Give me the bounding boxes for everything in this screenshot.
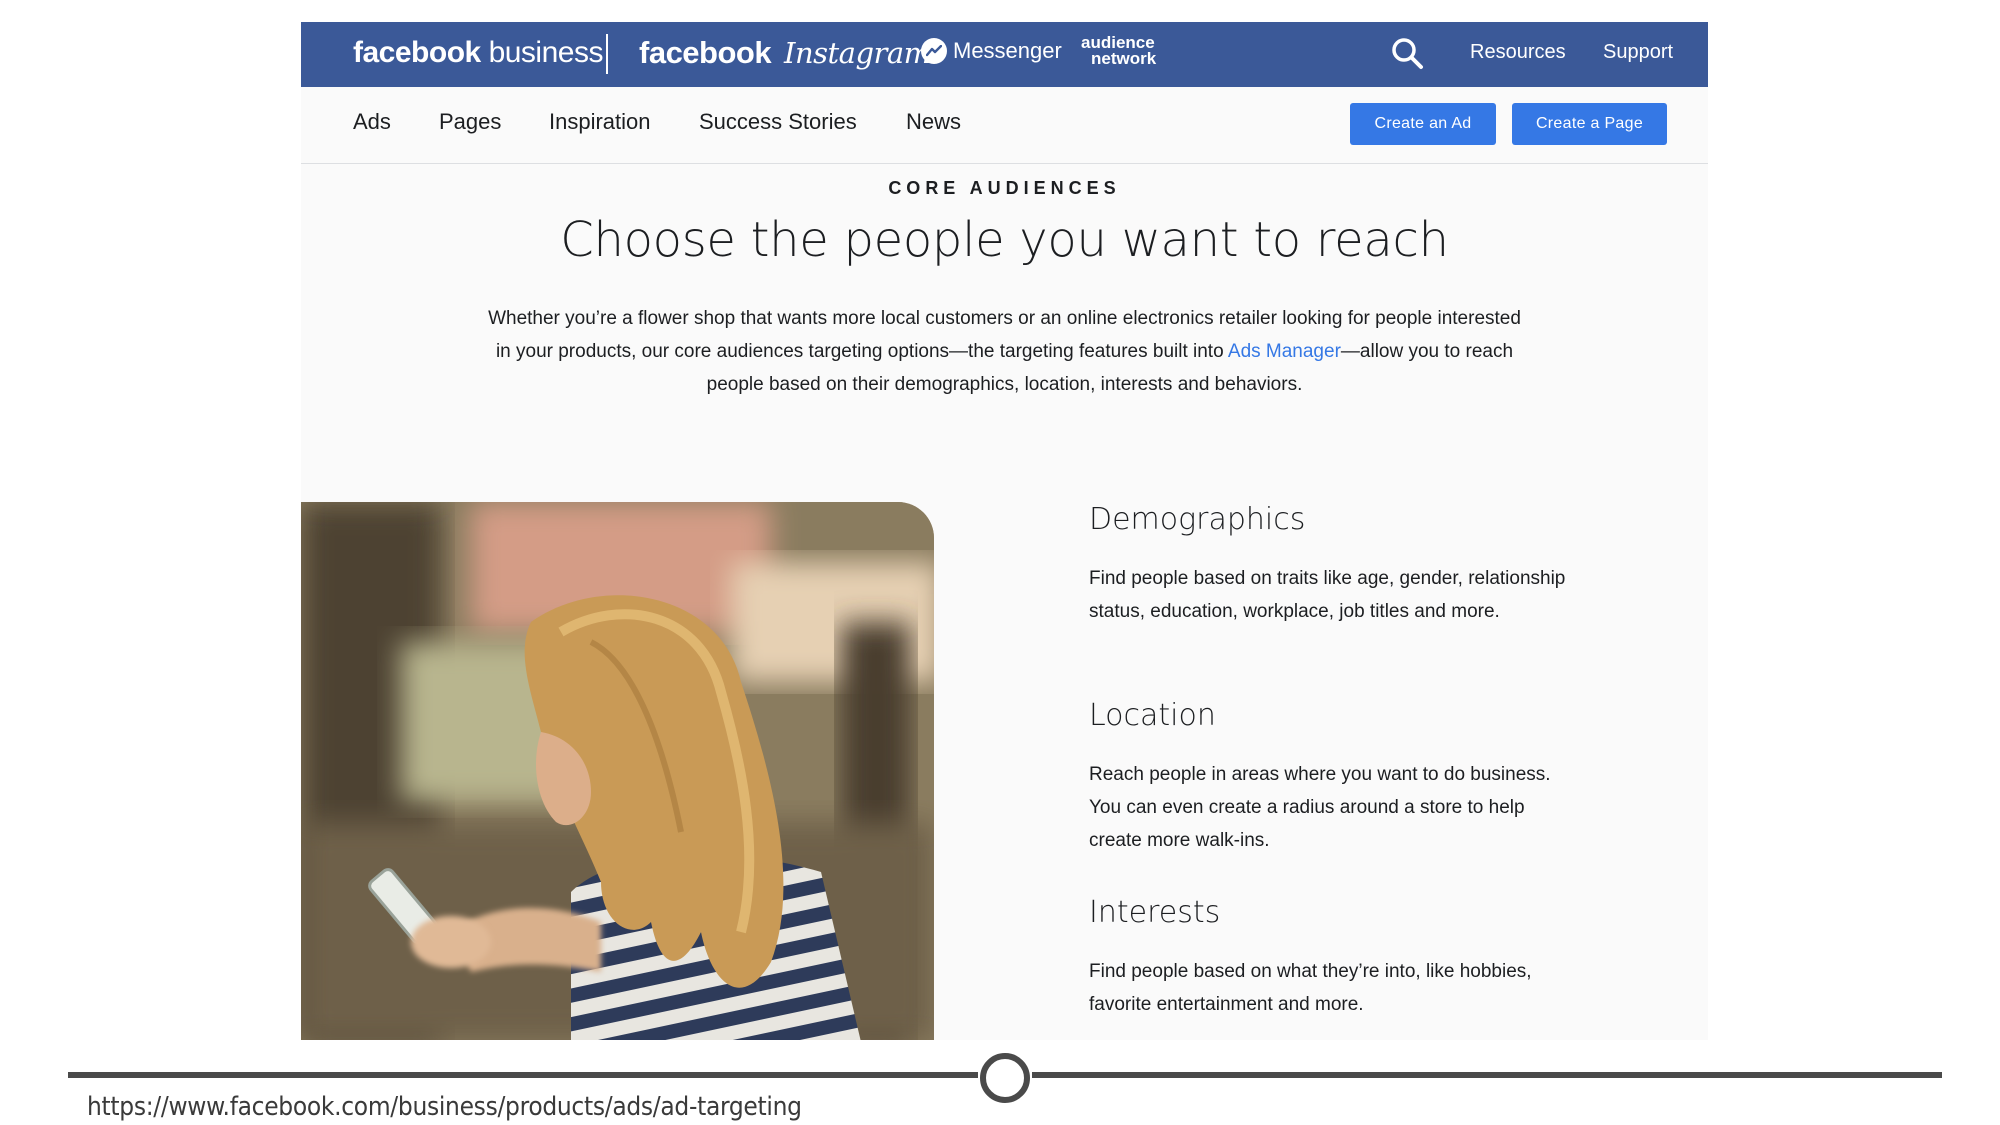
- resources-link[interactable]: Resources: [1470, 41, 1566, 64]
- source-url-caption: https://www.facebook.com/business/produc…: [87, 1092, 802, 1122]
- logo-facebook-text: facebook: [353, 36, 481, 69]
- feature-body-demographics: Find people based on traits like age, ge…: [1089, 568, 1566, 622]
- facebook-business-logo[interactable]: facebook business: [353, 36, 603, 70]
- nav-ads[interactable]: Ads: [353, 109, 391, 135]
- logo-business-text: business: [488, 36, 604, 69]
- nav-inspiration[interactable]: Inspiration: [549, 109, 651, 135]
- brand-divider: [606, 34, 608, 74]
- audience-network-line2: network: [1091, 49, 1157, 68]
- section-eyebrow: CORE AUDIENCES: [888, 178, 1121, 198]
- timeline-track-left: [68, 1072, 978, 1078]
- nav-pages[interactable]: Pages: [439, 109, 501, 135]
- feature-body-location: Reach people in areas where you want to …: [1089, 764, 1551, 851]
- support-link[interactable]: Support: [1603, 41, 1673, 64]
- nav-success-stories[interactable]: Success Stories: [699, 109, 857, 135]
- timeline-track-right: [1032, 1072, 1942, 1078]
- page-headline: Choose the people you want to reach: [560, 212, 1449, 268]
- messenger-brand-link[interactable]: Messenger: [921, 38, 1062, 64]
- audience-network-brand-link[interactable]: audience network: [1081, 34, 1157, 68]
- timeline-knob[interactable]: [980, 1053, 1030, 1103]
- instagram-brand-link[interactable]: Instagram: [784, 36, 931, 70]
- create-ad-button[interactable]: Create an Ad: [1350, 103, 1496, 145]
- messenger-icon: [921, 38, 947, 64]
- top-brand-bar: facebook business facebook Instagram Mes…: [301, 22, 1708, 87]
- intro-paragraph: Whether you’re a flower shop that wants …: [481, 302, 1528, 401]
- feature-title-location: Location: [1089, 698, 1216, 733]
- messenger-label: Messenger: [953, 38, 1062, 63]
- woman-using-phone-photo: [301, 502, 934, 1040]
- secondary-nav: Ads Pages Inspiration Success Stories Ne…: [301, 87, 1708, 164]
- feature-title-demographics: Demographics: [1089, 502, 1306, 537]
- nav-news[interactable]: News: [906, 109, 961, 135]
- facebook-brand-link[interactable]: facebook: [639, 35, 772, 71]
- search-icon[interactable]: [1390, 36, 1424, 70]
- feature-body-interests: Find people based on what they’re into, …: [1089, 961, 1532, 1015]
- ads-manager-link[interactable]: Ads Manager: [1228, 341, 1341, 362]
- feature-title-interests: Interests: [1089, 895, 1221, 930]
- page-frame: facebook business facebook Instagram Mes…: [301, 22, 1708, 1040]
- create-page-button[interactable]: Create a Page: [1512, 103, 1667, 145]
